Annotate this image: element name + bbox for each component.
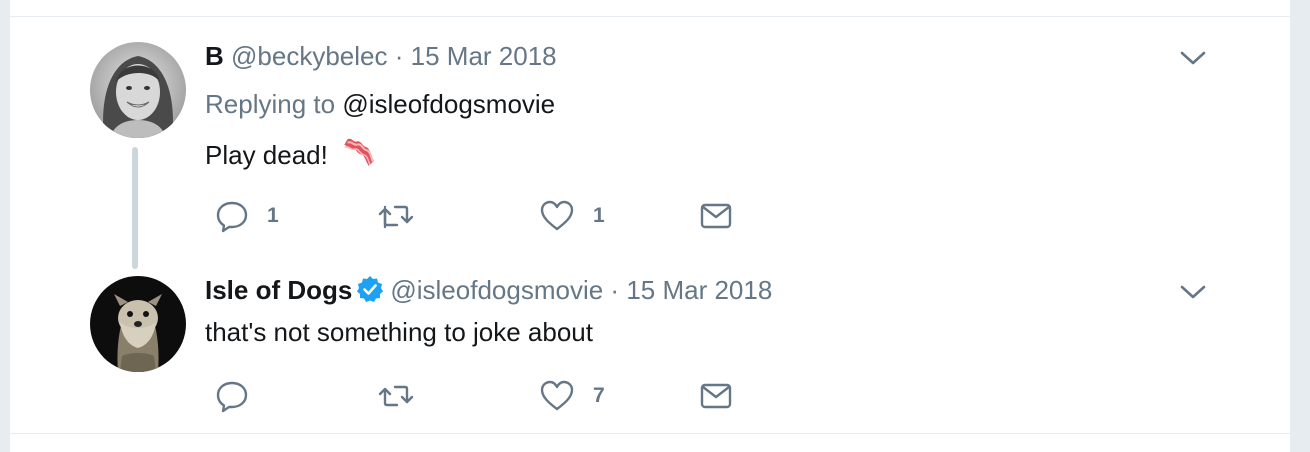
separator: · xyxy=(610,275,620,305)
reply-button[interactable] xyxy=(215,376,267,416)
direct-message-button[interactable] xyxy=(699,376,733,416)
bottom-divider xyxy=(10,433,1290,434)
retweet-button[interactable] xyxy=(377,376,433,416)
like-button[interactable]: 7 xyxy=(539,376,605,416)
direct-message-icon xyxy=(700,383,732,409)
like-count: 7 xyxy=(593,384,605,407)
timeline-card: B @beckybelec · 15 Mar 2018 Replying to … xyxy=(10,0,1290,452)
tweet-options-button[interactable] xyxy=(1178,282,1208,302)
chevron-down-icon xyxy=(1180,285,1206,299)
tweet-text: that's not something to joke about xyxy=(205,317,593,347)
tweet-header: Isle of Dogs @isleofdogsmovie · 15 Mar 2… xyxy=(205,274,772,310)
verified-badge-icon xyxy=(356,275,384,310)
tweet-actions: 7 xyxy=(205,376,765,416)
like-icon xyxy=(540,380,574,411)
reply-icon xyxy=(216,381,248,413)
tweet-date[interactable]: 15 Mar 2018 xyxy=(626,275,772,305)
user-handle[interactable]: @isleofdogsmovie xyxy=(390,275,603,305)
retweet-icon xyxy=(378,385,414,407)
display-name[interactable]: Isle of Dogs xyxy=(205,275,352,305)
tweet-reply-isleofdogsmovie[interactable]: Isle of Dogs @isleofdogsmovie · 15 Mar 2… xyxy=(10,0,1290,452)
avatar-isleofdogsmovie[interactable] xyxy=(90,276,186,372)
